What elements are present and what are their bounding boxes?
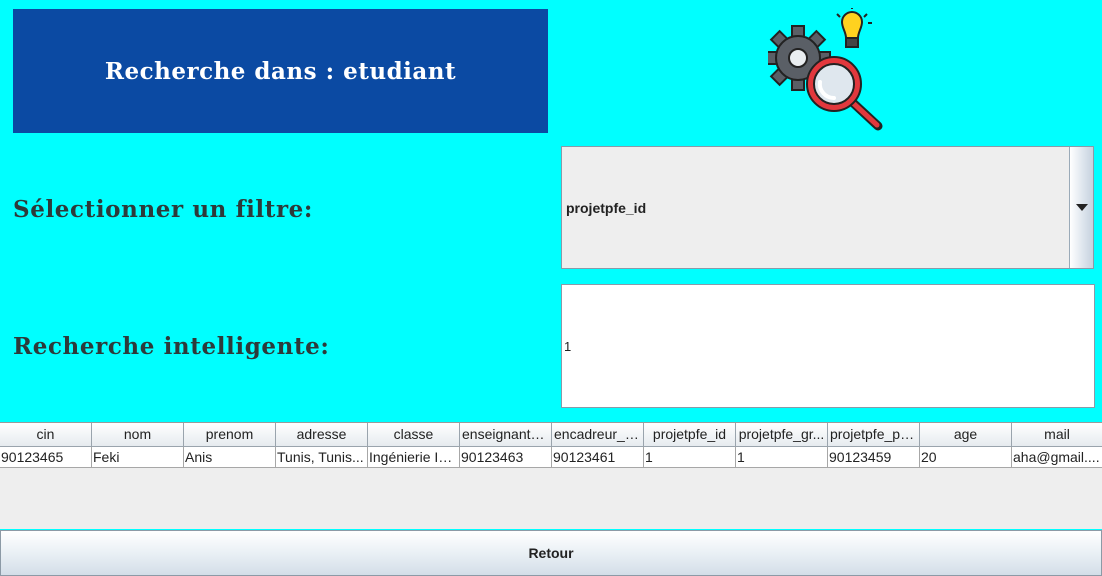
filter-selected-value: projetpfe_id: [566, 199, 647, 216]
column-header-classe[interactable]: classe: [368, 423, 460, 447]
column-header-projetpfe-pe[interactable]: projetpfe_pe...: [828, 423, 920, 447]
title-banner: Recherche dans : etudiant: [13, 9, 548, 133]
column-header-nom[interactable]: nom: [92, 423, 184, 447]
column-header-projetpfe-id[interactable]: projetpfe_id: [644, 423, 736, 447]
column-header-cin[interactable]: cin: [0, 423, 92, 447]
gears-search-lightbulb-icon: [765, 6, 888, 133]
page-title: Recherche dans : etudiant: [104, 57, 457, 85]
table-cell[interactable]: 20: [920, 447, 1012, 468]
filter-dropdown-button[interactable]: [1069, 147, 1093, 268]
back-button[interactable]: Retour: [0, 530, 1102, 576]
table-header: cin nom prenom adresse classe enseignant…: [0, 423, 1102, 447]
column-header-encadreur[interactable]: encadreur_d...: [552, 423, 644, 447]
chevron-down-icon: [1075, 203, 1088, 211]
table-cell[interactable]: Anis: [184, 447, 276, 468]
table-cell[interactable]: aha@gmail....: [1012, 447, 1102, 468]
column-header-mail[interactable]: mail: [1012, 423, 1102, 447]
search-field[interactable]: [561, 284, 1095, 408]
column-header-adresse[interactable]: adresse: [276, 423, 368, 447]
table-cell[interactable]: 90123459: [828, 447, 920, 468]
column-header-prenom[interactable]: prenom: [184, 423, 276, 447]
column-header-age[interactable]: age: [920, 423, 1012, 447]
column-header-projetpfe-gr[interactable]: projetpfe_gr...: [736, 423, 828, 447]
table-cell[interactable]: 90123461: [552, 447, 644, 468]
table-cell[interactable]: Feki: [92, 447, 184, 468]
table-cell[interactable]: 90123465: [0, 447, 92, 468]
filter-label: Sélectionner un filtre:: [13, 196, 314, 223]
filter-select[interactable]: projetpfe_id: [561, 146, 1094, 269]
table-cell[interactable]: 90123463: [460, 447, 552, 468]
table-cell[interactable]: Tunis, Tunis...: [276, 447, 368, 468]
column-header-enseignant[interactable]: enseignant_...: [460, 423, 552, 447]
search-input[interactable]: [564, 339, 1064, 354]
table-cell[interactable]: 1: [644, 447, 736, 468]
table-row[interactable]: 90123465 Feki Anis Tunis, Tunis... Ingén…: [0, 447, 1102, 468]
search-label: Recherche intelligente:: [13, 333, 330, 360]
table-cell[interactable]: Ingénierie Inf...: [368, 447, 460, 468]
table-cell[interactable]: 1: [736, 447, 828, 468]
results-table: cin nom prenom adresse classe enseignant…: [0, 422, 1102, 529]
